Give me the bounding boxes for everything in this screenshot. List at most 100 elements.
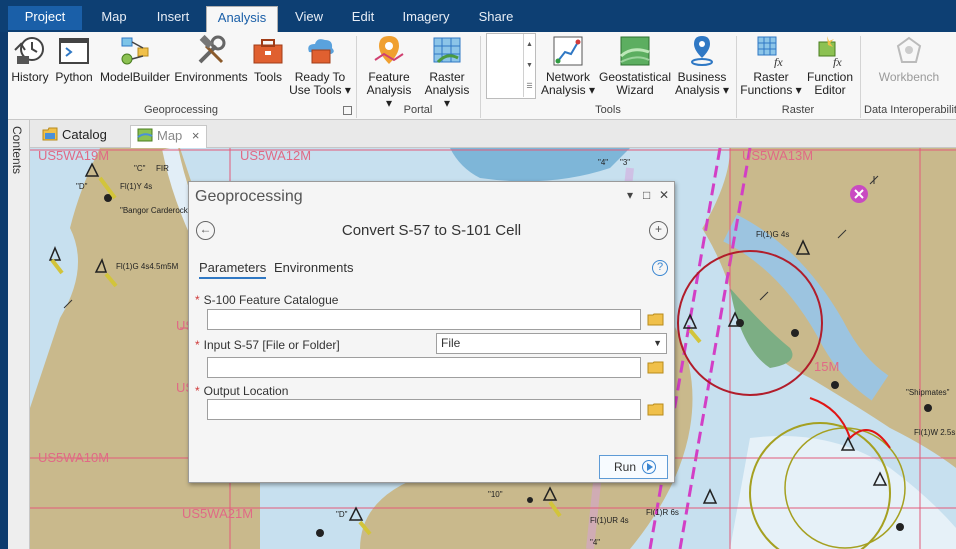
gallery-expand-icon[interactable]: ☰ (523, 76, 535, 97)
browse-folder-icon[interactable] (647, 313, 664, 326)
help-icon[interactable]: ? (652, 260, 668, 276)
contents-label: Contents (10, 126, 24, 175)
map-light-label: "Shipmates" (906, 388, 950, 397)
param-label-text: S-100 Feature Catalogue (203, 293, 339, 307)
cell-label: US5WA10M (38, 450, 110, 465)
tab-imagery[interactable]: Imagery (396, 6, 456, 32)
browse-folder-icon[interactable] (647, 403, 664, 416)
workbench-button[interactable]: Workbench (874, 34, 944, 84)
cell-label: US5WA21M (182, 506, 254, 521)
tab-map[interactable]: Map (94, 6, 134, 32)
cell-label: US5WA12M (240, 148, 312, 163)
business-analysis-button[interactable]: Business Analysis ▾ (674, 34, 730, 97)
pane-maximize-icon[interactable]: □ (643, 188, 650, 202)
cell-label: US5WA19M (38, 148, 110, 163)
param-label-output-location: * Output Location (195, 384, 288, 398)
raster-analysis-button[interactable]: Raster Analysis ▾ (420, 34, 474, 110)
ribbon-tab-bar: Project Map Insert Analysis View Edit Im… (0, 0, 956, 33)
function-editor-button[interactable]: fx Function Editor (804, 34, 856, 97)
group-label-data-interoperability: Data Interoperability (864, 104, 956, 116)
geostatistical-wizard-button[interactable]: Geostatistical Wizard (596, 34, 674, 97)
input-type-select[interactable]: File ▼ (436, 333, 667, 354)
geostatistical-label-2: Wizard (616, 83, 654, 97)
raster-functions-label-1: Raster (753, 70, 789, 84)
group-label-raster: Raster (781, 104, 815, 116)
function-editor-label-1: Function (806, 70, 854, 84)
tab-analysis[interactable]: Analysis (206, 6, 278, 33)
cell-label: 15M (814, 359, 840, 374)
function-editor-icon: fx (818, 36, 842, 68)
python-button[interactable]: Python (52, 34, 96, 84)
map-light-label: "3" (620, 158, 631, 167)
gallery-up-icon[interactable]: ▲ (523, 34, 535, 55)
ribbon-separator (356, 36, 357, 118)
input-s57-field[interactable] (207, 357, 641, 378)
pane-title: Geoprocessing (195, 188, 303, 205)
tab-environments[interactable]: Environments (274, 260, 353, 275)
tab-project[interactable]: Project (8, 6, 82, 30)
geostatistical-label-1: Geostatistical (598, 70, 672, 84)
feature-analysis-button[interactable]: Feature Analysis ▾ (362, 34, 416, 110)
python-icon (59, 38, 89, 64)
dialog-launcher-icon[interactable] (343, 106, 352, 115)
tab-view[interactable]: View (288, 6, 330, 32)
map-light-label: "4" (598, 158, 609, 167)
history-label: History (11, 70, 49, 84)
feature-analysis-icon (374, 36, 404, 64)
tab-catalog-label: Catalog (62, 127, 107, 142)
tab-map-view[interactable]: Map × (130, 125, 207, 148)
run-button[interactable]: Run (599, 455, 668, 479)
modelbuilder-button[interactable]: ModelBuilder (98, 34, 172, 84)
map-light-label: "D" (336, 510, 348, 519)
required-mark: * (195, 384, 200, 398)
gallery-down-icon[interactable]: ▼ (523, 55, 535, 76)
network-analysis-button[interactable]: Network Analysis ▾ (540, 34, 596, 97)
network-analysis-label-1: Network (545, 70, 590, 84)
tools-button[interactable]: Tools (250, 34, 286, 84)
history-button[interactable]: History (10, 34, 50, 84)
workbench-icon (896, 36, 922, 63)
wrench-hammer-icon (198, 34, 226, 64)
environments-label: Environments (174, 70, 248, 84)
tab-map-label: Map (157, 128, 183, 143)
ribbon-separator (860, 36, 861, 118)
tab-parameters[interactable]: Parameters (199, 260, 267, 279)
map-light-label: "D" (76, 182, 88, 191)
group-label-portal: Portal (403, 104, 433, 116)
tools-gallery[interactable]: ▲ ▼ ☰ (486, 33, 536, 99)
modelbuilder-icon (121, 37, 149, 65)
required-mark: * (195, 293, 200, 307)
input-type-value: File (441, 336, 461, 350)
param-label-text: Input S-57 [File or Folder] (203, 338, 340, 352)
raster-analysis-label-1: Raster (429, 70, 465, 84)
map-icon (137, 128, 153, 142)
python-label: Python (55, 70, 93, 84)
ribbon-separator (736, 36, 737, 118)
browse-folder-icon[interactable] (647, 361, 664, 374)
tab-edit[interactable]: Edit (344, 6, 382, 32)
tab-insert[interactable]: Insert (150, 6, 196, 32)
play-icon (642, 460, 656, 474)
contents-pane-strip[interactable]: Contents (8, 120, 30, 549)
feature-catalogue-input[interactable] (207, 309, 641, 330)
raster-functions-label-2: Functions ▾ (740, 83, 802, 97)
geoprocessing-pane: Geoprocessing ▾ □ ✕ ← Convert S-57 to S-… (188, 181, 675, 483)
raster-functions-button[interactable]: fx Raster Functions ▾ (740, 34, 802, 97)
function-editor-label-2: Editor (814, 83, 846, 97)
pane-close-icon[interactable]: ✕ (659, 188, 669, 202)
add-plus-icon[interactable]: + (649, 221, 668, 240)
toolbox-icon (253, 39, 283, 64)
business-analysis-label-2: Analysis ▾ (674, 83, 730, 97)
close-map-tab-icon[interactable]: × (192, 128, 200, 143)
catalog-icon (42, 127, 58, 141)
output-location-input[interactable] (207, 399, 641, 420)
tab-share[interactable]: Share (474, 6, 518, 32)
business-analysis-label-1: Business (677, 70, 727, 84)
map-light-label: "4" (590, 538, 601, 547)
business-analysis-icon (691, 36, 713, 66)
ready-to-use-tools-button[interactable]: Ready To Use Tools ▾ (288, 34, 352, 97)
tab-catalog[interactable]: Catalog (42, 125, 107, 147)
environments-button[interactable]: Environments (174, 34, 248, 84)
param-label-input-s57: * Input S-57 [File or Folder] (195, 338, 340, 352)
pane-options-icon[interactable]: ▾ (627, 188, 633, 202)
